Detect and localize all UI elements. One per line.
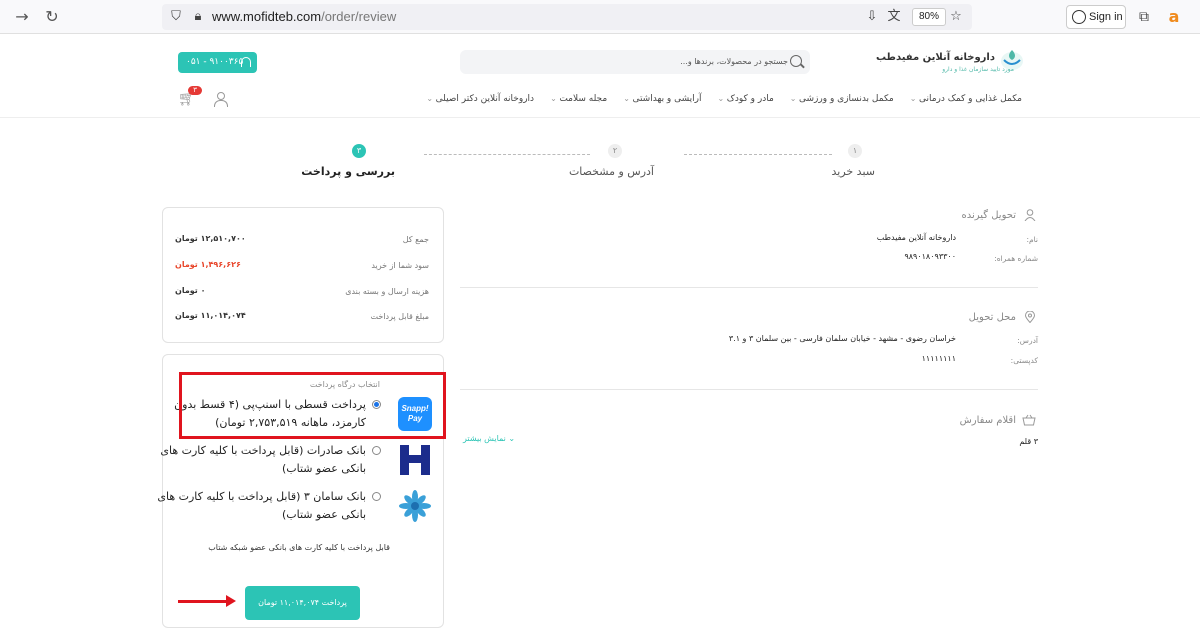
delivery-title: محل تحویل [968,312,1016,323]
zoom-level[interactable]: 80% [912,8,946,26]
account-icon [1072,10,1086,24]
highlight-box [179,372,446,439]
postal-code-value: ۱۱۱۱۱۱۱۱ [921,354,956,363]
site-title[interactable]: داروخانه آنلاین مفیدطب [876,52,995,63]
download-page-icon[interactable]: ⇩ [864,9,880,25]
header-divider [0,117,1200,118]
user-icon[interactable] [214,92,228,107]
basket-icon [1022,414,1036,426]
annotation-arrow [178,595,236,607]
show-more-link[interactable]: ⌄ نمایش بیشتر [463,434,515,443]
site-subtitle: مورد تایید سازمان غذا و دارو [942,66,1014,73]
items-count: ۳ قلم [1019,437,1038,446]
option-bank-saderat-label[interactable]: بانک صادرات (قابل پرداخت با کلیه کارت ها… [160,442,366,478]
menu-item-cosmetics[interactable]: آرایشی و بهداشتی [623,94,701,104]
bank-saman-logo [399,490,431,522]
step-cart[interactable]: سبد خرید [831,165,875,178]
section-divider [460,287,1038,288]
step-address[interactable]: آدرس و مشخصات [569,165,654,178]
shipping-label: هزینه ارسال و بسته بندی [345,287,429,296]
step-review: بررسی و پرداخت [301,165,395,178]
step-connector [684,154,832,155]
pay-button[interactable]: پرداخت ۱۱,۰۱۴,۰۷۴ تومان [245,586,360,620]
reload-icon[interactable]: ↻ [42,7,62,27]
option-line: بانک سامان ۳ (قابل پرداخت با کلیه کارت ه… [157,490,366,503]
translate-icon[interactable]: 文 [886,9,902,25]
phone-label: شماره همراه: [994,254,1038,263]
amazon-extension-icon[interactable]: a [1164,7,1184,27]
total-value: ۱۲,۵۱۰,۷۰۰ تومان [175,234,246,243]
payment-note: قابل پرداخت با کلیه کارت های بانکی عضو ش… [208,543,390,552]
bank-saderat-logo [400,445,430,475]
step-review-number: ۳ [352,144,366,158]
shipping-value: ۰ تومان [175,286,206,295]
menu-item-sports[interactable]: مکمل بدنسازی و ورزشی [790,94,894,104]
name-label: نام: [1026,235,1038,244]
postal-code-label: کدپستی: [1010,356,1038,365]
menu-item-supplements[interactable]: مکمل غذایی و کمک درمانی [910,94,1022,104]
items-title: اقلام سفارش [959,415,1016,426]
shield-icon[interactable]: ⛉ [168,9,184,25]
address-bar[interactable]: ⛉ 🔒︎ www.mofidteb.com/order/review ⇩ 文 8… [162,4,972,30]
address-label: آدرس: [1017,336,1038,345]
main-menu: مکمل غذایی و کمک درمانی مکمل بدنسازی و و… [426,94,1022,104]
option-line: بانک صادرات (قابل پرداخت با کلیه کارت ها… [160,444,366,457]
star-icon[interactable]: ☆ [948,9,964,25]
total-label: جمع کل [402,235,429,244]
profit-label: سود شما از خرید [371,261,429,270]
order-summary-card: جمع کل ۱۲,۵۱۰,۷۰۰ تومان سود شما از خرید … [162,207,444,343]
payable-value: ۱۱,۰۱۴,۰۷۴ تومان [175,311,246,320]
search-icon[interactable] [790,55,802,67]
option-line: بانکی عضو شتاب) [281,462,366,475]
menu-item-magazine[interactable]: مجله سلامت [550,94,607,104]
search-placeholder: جستجو در محصولات، برندها و... [680,57,788,66]
back-arrow-icon[interactable]: → [12,7,32,27]
step-connector [424,154,590,155]
phone-button[interactable]: ۰۵۱ - ۹۱۰۰۳۶۵ [178,52,257,73]
browser-toolbar: → ↻ ⛉ 🔒︎ www.mofidteb.com/order/review ⇩… [0,0,1200,34]
extensions-icon[interactable]: ⧉ [1134,7,1154,27]
radio-bank-saderat[interactable] [372,446,381,455]
section-divider [460,389,1038,390]
receiver-title: تحویل گیرنده [961,210,1016,221]
phone-number: ۰۵۱ - ۹۱۰۰۳۶۵ [186,57,244,67]
option-bank-saman-label[interactable]: بانک سامان ۳ (قابل پرداخت با کلیه کارت ه… [157,488,366,524]
headset-icon [241,57,251,67]
address-value: خراسان رضوی - مشهد - خیابان سلمان فارسی … [728,334,956,343]
cart-count-badge: ۳ [188,86,202,95]
phone-value: ۹۸۹۰۱۸۰۹۳۳۰۰ [904,252,956,261]
radio-bank-saman[interactable] [372,492,381,501]
payable-label: مبلغ قابل پرداخت [370,312,429,321]
menu-item-pharmacy[interactable]: داروخانه آنلاین دکتر اصیلی [426,94,534,104]
location-pin-icon [1024,311,1036,323]
sign-in-button[interactable]: Sign in [1066,5,1126,29]
url-text[interactable]: www.mofidteb.com/order/review [212,9,396,24]
name-value: داروخانه آنلاین مفیدطب [876,233,956,242]
user-icon [1024,209,1036,221]
step-cart-number: ۱ [848,144,862,158]
show-more-label: نمایش بیشتر [463,434,506,443]
option-line: بانکی عضو شتاب) [281,508,366,521]
step-address-number: ۲ [608,144,622,158]
profit-value: ۱,۴۹۶,۶۲۶ تومان [175,260,241,269]
menu-item-mother-baby[interactable]: مادر و کودک [718,94,774,104]
lock-icon[interactable]: 🔒︎ [190,9,206,25]
